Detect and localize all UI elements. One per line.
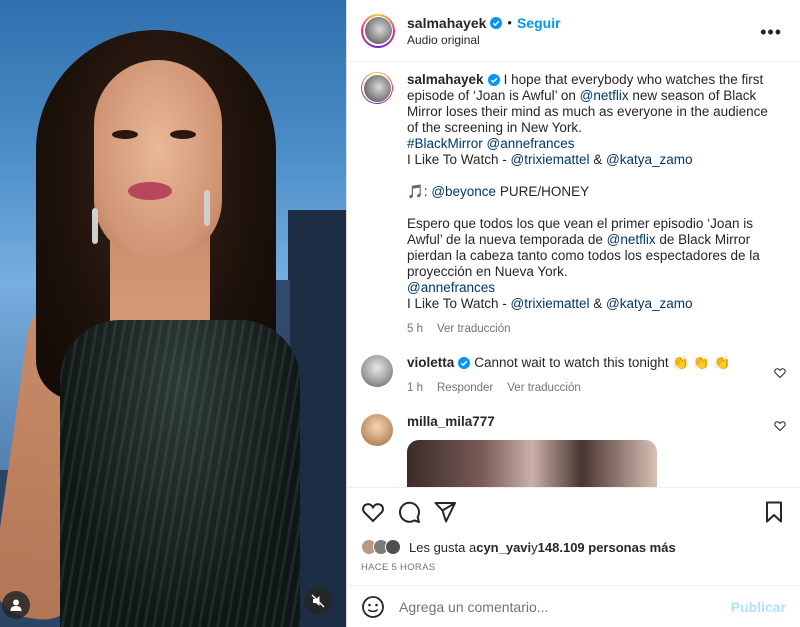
avatar[interactable] xyxy=(361,72,393,104)
like-comment-heart-icon[interactable] xyxy=(774,367,786,379)
caption-english: salmahayek I hope that everybody who watc… xyxy=(407,72,777,168)
post-media[interactable] xyxy=(0,0,346,627)
comment-username[interactable]: milla_mila777 xyxy=(407,414,495,429)
avatar[interactable] xyxy=(361,13,395,48)
photo-dress xyxy=(60,320,300,627)
comment-time[interactable]: 1 h xyxy=(407,380,423,396)
caption-spanish: Espero que todos los que vean el primer … xyxy=(407,216,777,312)
photo-earring xyxy=(92,208,98,244)
translate-link[interactable]: Ver traducción xyxy=(507,380,581,396)
photo-eye xyxy=(112,130,138,139)
likes-count[interactable]: 148.109 personas más xyxy=(538,540,676,555)
comment-input[interactable] xyxy=(399,598,731,615)
mute-button[interactable] xyxy=(304,587,332,615)
hashtag-link[interactable]: #BlackMirror xyxy=(407,136,483,151)
mention-link[interactable]: @netflix xyxy=(580,88,629,103)
mention-link[interactable]: @katya_zamo xyxy=(606,296,693,311)
verified-badge-icon xyxy=(487,74,500,87)
caption: salmahayek I hope that everybody who watc… xyxy=(361,62,786,337)
audio-label[interactable]: Audio original xyxy=(407,33,561,47)
post-header: salmahayek • Seguir Audio original ••• xyxy=(347,0,800,62)
add-comment-bar: Publicar xyxy=(347,585,800,627)
more-options-icon[interactable]: ••• xyxy=(760,22,782,43)
liker-username[interactable]: cyn_yavi xyxy=(476,540,531,555)
caption-username[interactable]: salmahayek xyxy=(407,72,484,87)
verified-badge-icon xyxy=(458,357,471,370)
mention-link[interactable]: @annefrances xyxy=(407,280,495,295)
heart-icon[interactable] xyxy=(361,500,385,524)
tagged-users-button[interactable] xyxy=(2,591,30,619)
list-item: violetta Cannot wait to watch this tonigh… xyxy=(361,337,786,396)
verified-badge-icon xyxy=(490,16,503,29)
post-side-panel: salmahayek • Seguir Audio original ••• s… xyxy=(346,0,800,627)
follow-button[interactable]: Seguir xyxy=(517,15,561,31)
mention-link[interactable]: @beyonce xyxy=(431,184,496,199)
emoji-icon[interactable] xyxy=(361,595,385,619)
post-actions: Les gusta a cyn_yavi y 148.109 personas … xyxy=(347,487,800,573)
muted-speaker-icon xyxy=(311,594,325,608)
music-note-icon: 🎵: xyxy=(407,184,432,199)
avatar[interactable] xyxy=(361,355,393,387)
user-icon xyxy=(10,599,22,611)
caption-text: I Like To Watch - xyxy=(407,152,511,167)
list-item: milla_mila777 xyxy=(361,396,786,487)
likes-summary[interactable]: Les gusta a cyn_yavi y 148.109 personas … xyxy=(361,539,786,555)
photo-eye xyxy=(170,130,196,139)
like-comment-heart-icon[interactable] xyxy=(774,420,786,432)
photo-lips xyxy=(128,182,172,200)
comment-username[interactable]: violetta xyxy=(407,355,454,370)
mention-link[interactable]: @annefrances xyxy=(487,136,575,151)
likes-prefix: Les gusta a xyxy=(409,539,477,555)
send-icon[interactable] xyxy=(433,500,457,524)
caption-time[interactable]: 5 h xyxy=(407,321,423,337)
mention-link[interactable]: @katya_zamo xyxy=(606,152,693,167)
author-username[interactable]: salmahayek xyxy=(407,15,486,31)
caption-text: I Like To Watch - xyxy=(407,296,511,311)
caption-music: 🎵: @beyonce PURE/HONEY xyxy=(407,184,777,200)
avatar[interactable] xyxy=(361,414,393,446)
caption-text: PURE/HONEY xyxy=(496,184,590,199)
comment-image[interactable] xyxy=(407,440,657,487)
photo-earring xyxy=(204,190,210,226)
comments-list[interactable]: salmahayek I hope that everybody who watc… xyxy=(347,62,800,487)
mention-link[interactable]: @trixiemattel xyxy=(511,152,590,167)
mention-link[interactable]: @trixiemattel xyxy=(511,296,590,311)
bookmark-icon[interactable] xyxy=(762,500,786,524)
comment-icon[interactable] xyxy=(397,500,421,524)
reply-button[interactable]: Responder xyxy=(437,380,493,396)
separator-dot: • xyxy=(507,15,512,30)
post-timestamp[interactable]: HACE 5 HORAS xyxy=(361,562,786,573)
photo-face xyxy=(94,60,222,260)
translate-link[interactable]: Ver traducción xyxy=(437,321,511,337)
comment-text: Cannot wait to watch this tonight 👏 👏 👏 xyxy=(474,355,731,370)
mention-link[interactable]: @netflix xyxy=(607,232,656,247)
caption-text: & xyxy=(589,152,607,167)
post-comment-button[interactable]: Publicar xyxy=(731,599,786,615)
caption-text: & xyxy=(589,296,607,311)
liker-avatars xyxy=(361,539,401,555)
